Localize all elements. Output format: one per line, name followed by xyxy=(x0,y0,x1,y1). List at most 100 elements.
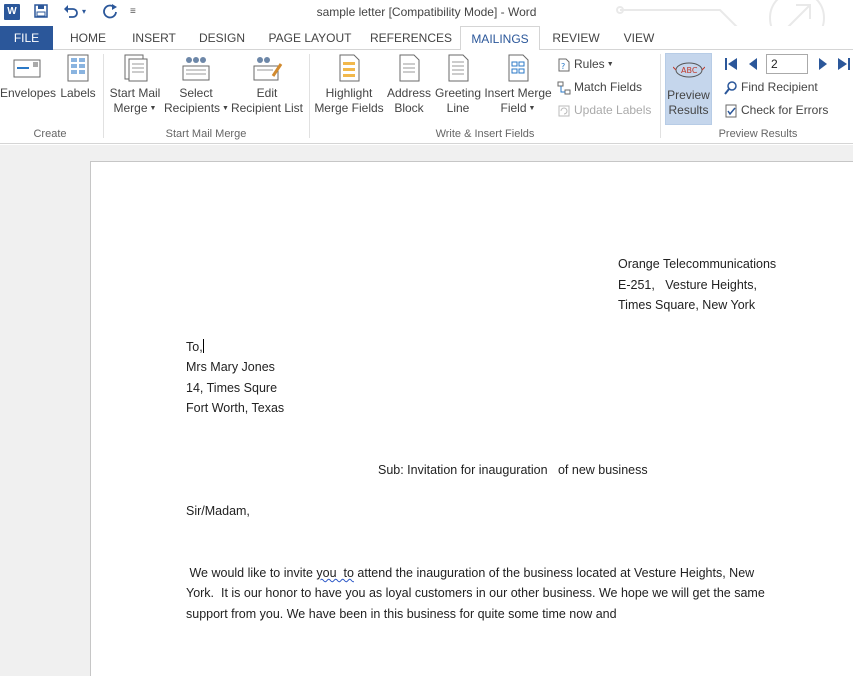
subject-line[interactable]: Sub: Invitation for inauguration of new … xyxy=(378,463,648,477)
tab-review[interactable]: REVIEW xyxy=(550,26,602,50)
dropdown-arrow-icon: ▼ xyxy=(606,60,614,68)
tab-design[interactable]: DESIGN xyxy=(195,26,249,50)
tab-insert[interactable]: INSERT xyxy=(128,26,180,50)
svg-text:ABC: ABC xyxy=(681,66,698,75)
preview-results-icon: ABC xyxy=(672,62,705,78)
select-recipients-icon xyxy=(182,57,210,81)
greeting-line-button[interactable]: Greeting Line xyxy=(434,52,482,116)
labels-button[interactable]: Labels xyxy=(57,52,99,101)
group-label-create: Create xyxy=(33,128,67,140)
salutation[interactable]: Sir/Madam, xyxy=(186,504,250,518)
recipient-line-2[interactable]: 14, Times Squre xyxy=(186,381,277,395)
find-recipient-icon xyxy=(724,81,737,95)
find-recipient-label: Find Recipient xyxy=(741,80,818,94)
group-label-write-insert: Write & Insert Fields xyxy=(435,128,535,140)
record-number-input[interactable] xyxy=(766,54,808,74)
start-mail-merge-icon xyxy=(124,54,148,82)
rules-button[interactable]: ? Rules ▼ xyxy=(557,54,614,74)
document-area: Orange Telecommunications E-251, Vesture… xyxy=(0,145,853,676)
update-labels-icon xyxy=(558,105,570,117)
tab-page-layout[interactable]: PAGE LAYOUT xyxy=(265,26,355,50)
edit-recipient-label-1: Edit xyxy=(256,86,278,100)
tab-mailings[interactable]: MAILINGS xyxy=(460,26,540,51)
ribbon-tabs: FILE HOME INSERT DESIGN PAGE LAYOUT REFE… xyxy=(0,26,853,51)
recipient-line-1[interactable]: Mrs Mary Jones xyxy=(186,360,275,374)
start-mail-merge-label-1: Start Mail xyxy=(109,86,161,100)
address-block-button[interactable]: Address Block xyxy=(385,52,433,116)
rules-icon: ? xyxy=(558,58,570,72)
check-errors-label: Check for Errors xyxy=(741,103,829,117)
highlight-label-2: Merge Fields xyxy=(314,101,384,115)
address-block-icon xyxy=(399,54,420,82)
tab-references[interactable]: REFERENCES xyxy=(370,26,452,50)
insert-merge-field-label-1: Insert Merge xyxy=(484,86,552,100)
highlight-label-1: Highlight xyxy=(325,86,373,100)
tab-home[interactable]: HOME xyxy=(65,26,111,50)
body-text: We would like to invite xyxy=(186,566,317,580)
group-label-preview-results: Preview Results xyxy=(718,128,798,140)
preview-results-button[interactable]: ABC Preview Results xyxy=(665,53,712,125)
edit-recipient-label-2: Recipient List xyxy=(230,101,304,115)
edit-recipient-list-icon xyxy=(253,57,283,81)
insert-merge-field-icon xyxy=(508,54,529,82)
start-mail-merge-button[interactable]: Start Mail Merge ▼ xyxy=(107,52,163,116)
start-mail-merge-label-2: Merge xyxy=(113,101,148,115)
text-cursor xyxy=(202,339,204,353)
previous-record-icon[interactable] xyxy=(746,56,760,72)
match-fields-label: Match Fields xyxy=(574,80,643,94)
labels-label: Labels xyxy=(60,86,96,100)
rules-label: Rules xyxy=(574,57,605,71)
check-errors-icon xyxy=(725,104,737,118)
to-line[interactable]: To, xyxy=(186,339,204,354)
envelope-icon xyxy=(13,59,41,78)
tab-file[interactable]: FILE xyxy=(0,26,53,50)
recipient-line-3[interactable]: Fort Worth, Texas xyxy=(186,401,284,415)
group-divider xyxy=(309,54,310,138)
sender-line-1[interactable]: Orange Telecommunications xyxy=(618,257,776,271)
body-line-2[interactable]: York. It is our honor to have you as loy… xyxy=(186,586,765,600)
match-fields-icon xyxy=(557,81,571,95)
sender-line-2[interactable]: E-251, Vesture Heights, xyxy=(618,278,757,292)
insert-merge-field-label-2: Field xyxy=(500,101,527,115)
body-line-1[interactable]: We would like to invite you to attend th… xyxy=(186,566,754,580)
last-record-icon[interactable] xyxy=(837,56,851,72)
select-recipients-label-1: Select xyxy=(179,86,213,100)
select-recipients-button[interactable]: Select Recipients ▼ xyxy=(164,52,229,116)
insert-merge-field-button[interactable]: Insert Merge Field ▼ xyxy=(483,52,553,116)
match-fields-button[interactable]: Match Fields xyxy=(557,77,642,97)
sender-line-3[interactable]: Times Square, New York xyxy=(618,298,755,312)
dropdown-arrow-icon: ▼ xyxy=(528,105,536,113)
edit-recipient-list-button[interactable]: Edit Recipient List xyxy=(230,52,304,116)
labels-icon xyxy=(67,54,89,82)
body-text: attend the inauguration of the business … xyxy=(353,566,755,580)
first-record-icon[interactable] xyxy=(724,56,738,72)
greeting-line-icon xyxy=(448,54,469,82)
ribbon-mailings: Envelopes Labels Create Start Mail Merge… xyxy=(0,50,853,144)
document-page[interactable]: Orange Telecommunications E-251, Vesture… xyxy=(90,161,853,676)
group-divider xyxy=(103,54,104,138)
tab-view[interactable]: VIEW xyxy=(620,26,658,50)
dropdown-arrow-icon: ▼ xyxy=(149,105,157,113)
address-block-label-1: Address xyxy=(386,86,432,100)
next-record-icon[interactable] xyxy=(816,56,830,72)
envelopes-button[interactable]: Envelopes xyxy=(0,52,56,101)
preview-results-label-2: Results xyxy=(668,103,709,117)
dropdown-arrow-icon: ▼ xyxy=(222,105,229,113)
check-for-errors-button[interactable]: Check for Errors xyxy=(724,100,828,120)
group-label-start-mail-merge: Start Mail Merge xyxy=(165,128,247,140)
window-title: sample letter [Compatibility Mode] - Wor… xyxy=(316,5,537,19)
grammar-error-underline[interactable]: you to xyxy=(316,566,354,580)
preview-results-content: ABC Preview Results xyxy=(666,54,711,118)
body-line-3[interactable]: support from you. We have been in this b… xyxy=(186,607,617,621)
update-labels-button[interactable]: Update Labels xyxy=(557,100,651,120)
preview-results-label-1: Preview xyxy=(667,88,710,102)
highlight-merge-fields-button[interactable]: Highlight Merge Fields xyxy=(314,52,384,116)
update-labels-label: Update Labels xyxy=(574,103,652,117)
find-recipient-button[interactable]: Find Recipient xyxy=(724,77,818,97)
select-recipients-label-2: Recipients xyxy=(164,101,221,115)
svg-text:?: ? xyxy=(561,62,565,71)
title-bar: W ▾ ≡ sample letter [Compatibility Mode]… xyxy=(0,0,853,51)
greeting-line-label-2: Line xyxy=(446,101,470,115)
to-text: To, xyxy=(186,340,203,354)
greeting-line-label-1: Greeting xyxy=(434,86,482,100)
